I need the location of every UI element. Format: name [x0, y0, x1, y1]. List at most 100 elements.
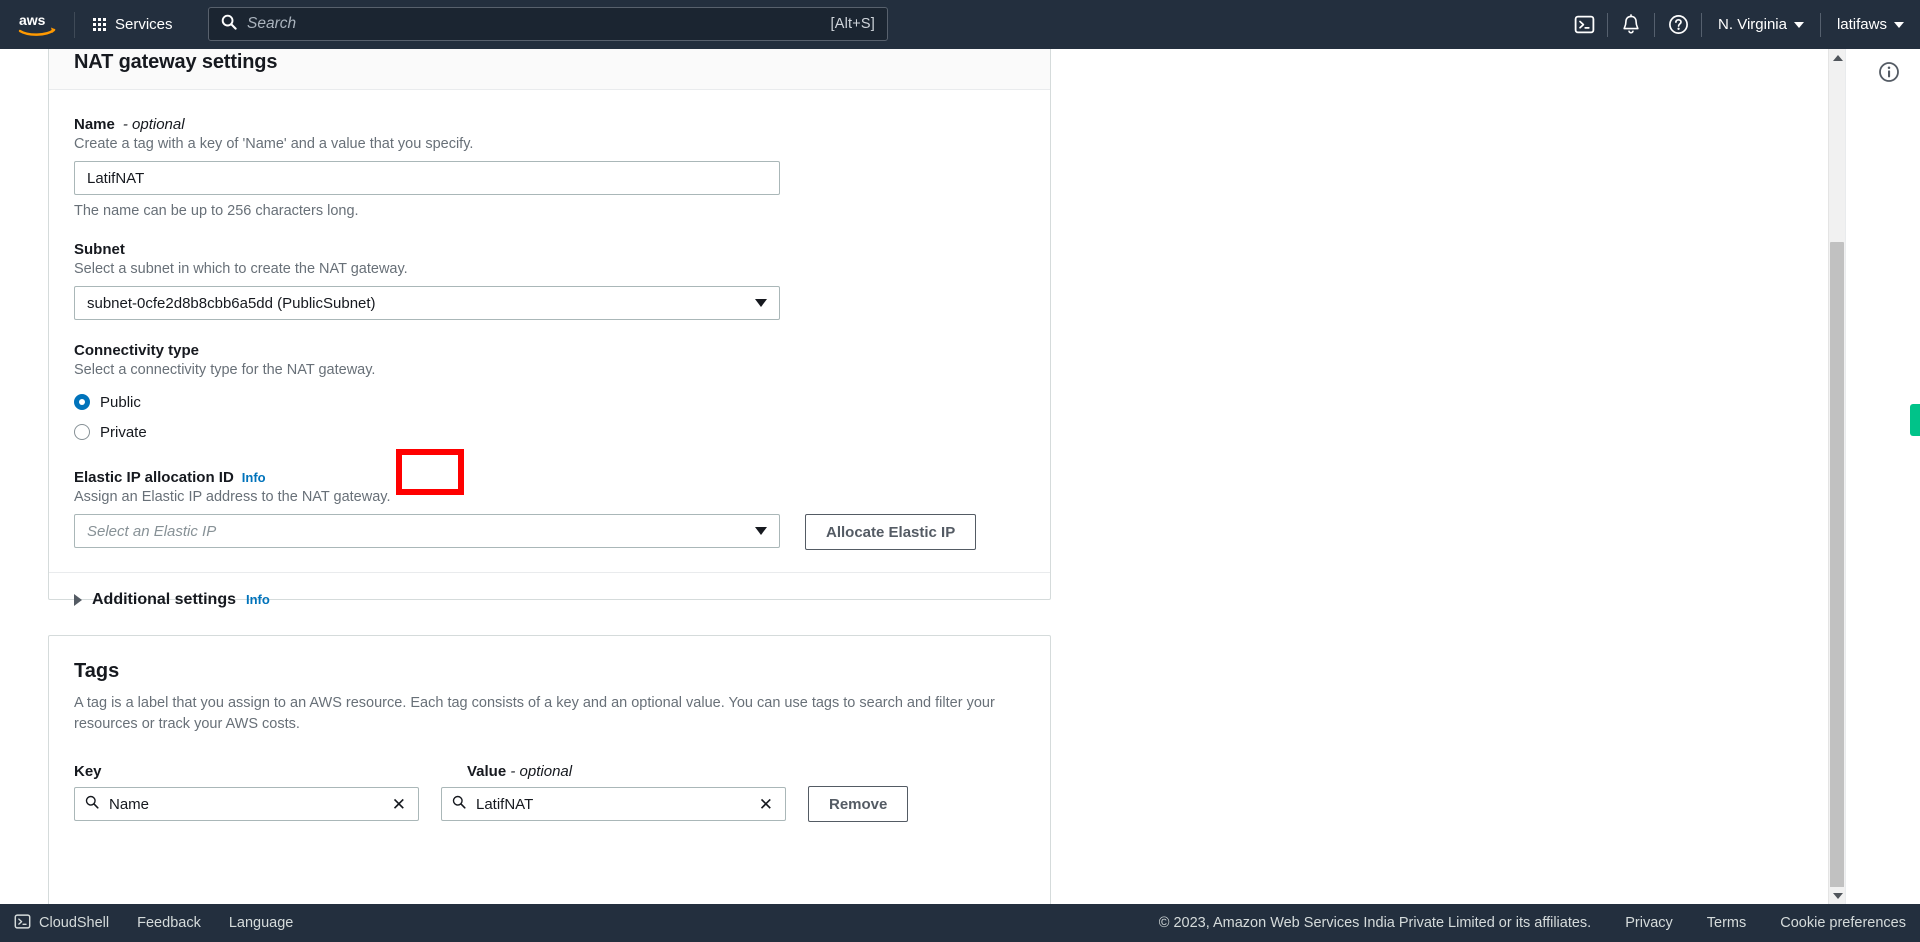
account-label: latifaws	[1836, 16, 1887, 33]
page-title: NAT gateway settings	[74, 51, 278, 73]
account-menu[interactable]: latifaws	[1821, 0, 1920, 49]
footer-cloudshell-label: CloudShell	[39, 915, 110, 931]
services-menu-button[interactable]: Services	[81, 8, 185, 42]
card-body: Name - optional Create a tag with a key …	[49, 90, 1050, 629]
tag-value-input[interactable]: LatifNAT ✕	[441, 787, 786, 822]
elastic-ip-label-text: Elastic IP allocation ID	[74, 469, 234, 486]
tags-card: Tags A tag is a label that you assign to…	[48, 635, 1051, 904]
info-link[interactable]: Info	[246, 592, 270, 607]
additional-settings-section[interactable]: Additional settings Info	[49, 572, 1050, 609]
feedback-tab[interactable]	[1910, 404, 1920, 436]
chevron-down-icon	[755, 527, 767, 535]
main-content-column: NAT gateway settings Name - optional Cre…	[0, 49, 1846, 904]
radio-option-public[interactable]: Public	[74, 387, 1025, 417]
top-navigation-bar: aws Services Search [Alt+S] N. Virginia …	[0, 0, 1920, 49]
search-icon	[452, 795, 466, 814]
tags-key-header: Key	[74, 763, 102, 781]
chevron-down-icon	[1894, 21, 1904, 28]
subnet-select[interactable]: subnet-0cfe2d8b8cbb6a5dd (PublicSubnet)	[74, 286, 780, 320]
radio-label-public: Public	[100, 393, 141, 411]
allocate-elastic-ip-button[interactable]: Allocate Elastic IP	[805, 514, 977, 550]
footer-left-links: CloudShell Feedback Language	[14, 913, 293, 934]
nat-gateway-settings-card: NAT gateway settings Name - optional Cre…	[48, 49, 1051, 608]
elastic-ip-select[interactable]: Select an Elastic IP	[74, 514, 780, 548]
name-field-group: Name - optional Create a tag with a key …	[74, 116, 1025, 219]
right-side-panel	[1845, 49, 1920, 904]
vertical-scrollbar[interactable]	[1828, 49, 1846, 904]
tag-key-value: Name	[109, 795, 150, 813]
radio-icon-selected[interactable]	[74, 394, 90, 410]
tags-value-header-text: Value	[467, 763, 507, 781]
remove-tag-button[interactable]: Remove	[808, 786, 909, 823]
table-row: Name ✕ LatifNAT ✕ Remove	[74, 786, 1025, 823]
tags-table: Key Value - optional Name ✕ LatifNAT ✕ R…	[49, 735, 1050, 823]
subnet-description: Select a subnet in which to create the N…	[74, 261, 408, 277]
elastic-ip-description: Assign an Elastic IP address to the NAT …	[74, 489, 391, 505]
info-circle-icon[interactable]	[1878, 61, 1900, 83]
subnet-label-text: Subnet	[74, 241, 125, 258]
additional-settings-label[interactable]: Additional settings	[92, 591, 236, 609]
scroll-down-arrow-icon[interactable]	[1829, 887, 1846, 904]
radio-icon-unselected[interactable]	[74, 424, 90, 440]
subnet-selected-value: subnet-0cfe2d8b8cbb6a5dd (PublicSubnet)	[87, 294, 376, 312]
svg-text:aws: aws	[19, 12, 46, 28]
footer-cookie-preferences-link[interactable]: Cookie preferences	[1780, 915, 1906, 931]
services-label: Services	[115, 16, 173, 33]
footer-copyright: © 2023, Amazon Web Services India Privat…	[1158, 915, 1592, 931]
name-description: Create a tag with a key of 'Name' and a …	[74, 136, 474, 152]
clear-icon[interactable]: ✕	[390, 796, 408, 813]
clear-icon[interactable]: ✕	[757, 796, 775, 813]
footer-bar: CloudShell Feedback Language © 2023, Ama…	[0, 904, 1920, 942]
bell-icon[interactable]	[1608, 0, 1654, 49]
search-shortcut-hint: [Alt+S]	[830, 16, 875, 32]
elastic-ip-label: Elastic IP allocation ID Info	[74, 469, 1025, 486]
cloudshell-icon[interactable]	[1561, 0, 1607, 49]
tags-value-optional-text: - optional	[510, 763, 573, 781]
radio-option-private[interactable]: Private	[74, 417, 1025, 447]
tags-header: Tags A tag is a label that you assign to…	[49, 636, 1050, 735]
region-selector[interactable]: N. Virginia	[1702, 0, 1820, 49]
name-input[interactable]	[74, 161, 780, 195]
elastic-ip-field-group: Elastic IP allocation ID Info Assign an …	[74, 469, 1025, 550]
scroll-up-arrow-icon[interactable]	[1829, 49, 1846, 66]
search-input[interactable]: Search	[247, 15, 830, 33]
elastic-ip-placeholder: Select an Elastic IP	[87, 522, 217, 540]
grid-icon	[93, 18, 106, 31]
tag-value-value: LatifNAT	[476, 795, 534, 813]
chevron-down-icon	[755, 299, 767, 307]
tags-value-header: Value - optional	[467, 763, 572, 780]
footer-language-link[interactable]: Language	[229, 915, 294, 931]
tag-key-input[interactable]: Name ✕	[74, 787, 419, 822]
page-content: NAT gateway settings Name - optional Cre…	[0, 49, 1920, 904]
footer-cloudshell-button[interactable]: CloudShell	[14, 913, 109, 934]
footer-right-links: © 2023, Amazon Web Services India Privat…	[1159, 915, 1906, 931]
name-label-text: Name	[74, 116, 115, 133]
chevron-right-icon[interactable]	[74, 594, 82, 606]
connectivity-type-label-text: Connectivity type	[74, 342, 200, 359]
footer-terms-link[interactable]: Terms	[1707, 915, 1746, 931]
connectivity-type-description: Select a connectivity type for the NAT g…	[74, 362, 376, 378]
name-label: Name - optional	[74, 116, 1025, 133]
question-circle-icon[interactable]	[1655, 0, 1701, 49]
search-icon	[221, 14, 237, 35]
nav-divider	[74, 11, 75, 38]
card-header: NAT gateway settings	[49, 49, 1050, 90]
scrollbar-thumb[interactable]	[1830, 242, 1844, 902]
info-link[interactable]: Info	[242, 470, 266, 485]
radio-label-private: Private	[100, 423, 147, 441]
footer-feedback-link[interactable]: Feedback	[137, 915, 201, 931]
tags-column-headers: Key Value - optional	[74, 763, 1025, 780]
global-search-box[interactable]: Search [Alt+S]	[208, 7, 888, 41]
tags-description: A tag is a label that you assign to an A…	[74, 695, 995, 733]
region-label: N. Virginia	[1718, 16, 1787, 33]
footer-privacy-link[interactable]: Privacy	[1625, 915, 1673, 931]
name-help-text: The name can be up to 256 characters lon…	[74, 203, 359, 219]
search-icon	[85, 795, 99, 814]
aws-logo[interactable]: aws	[8, 0, 68, 49]
chevron-down-icon	[1793, 21, 1804, 28]
cloudshell-icon	[14, 913, 31, 934]
name-optional-text: - optional	[122, 116, 185, 133]
elastic-ip-row: Select an Elastic IP Allocate Elastic IP	[74, 514, 1025, 550]
top-nav-right-cluster: N. Virginia latifaws	[1561, 0, 1920, 49]
connectivity-type-label: Connectivity type	[74, 342, 1025, 359]
